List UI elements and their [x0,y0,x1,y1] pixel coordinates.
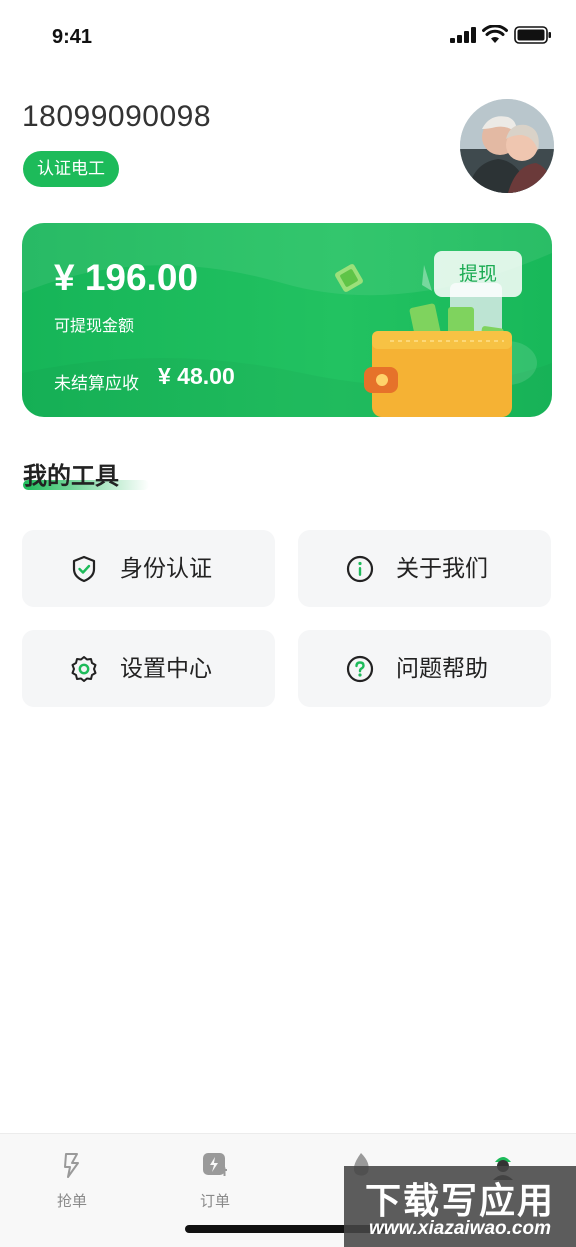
balance-label: 可提现金额 [54,316,135,335]
avatar-photo [460,99,554,193]
balance-amount: ¥ 196.00 [54,257,199,298]
tab-label: 抢单 [56,1192,87,1210]
tab-label: 订单 [199,1192,230,1210]
settings-gear-icon [71,656,97,682]
status-time: 9:41 [52,26,93,48]
tool-label: 关于我们 [396,556,488,582]
withdraw-button[interactable]: 提现 [434,251,522,297]
shield-check-icon [72,555,96,583]
unsettled-label: 未结算应收 [54,374,139,394]
tool-label: 问题帮助 [396,656,488,682]
tools-section-title: 我的工具 [23,462,119,490]
tool-about-us[interactable]: 关于我们 [298,530,551,607]
tool-help[interactable]: 问题帮助 [298,630,551,707]
cellular-signal-icon [450,27,476,43]
tab-orders[interactable]: 订单 [175,1150,255,1214]
avatar[interactable] [460,99,554,193]
question-icon [346,655,374,683]
certified-electrician-badge: 认证电工 [23,151,119,187]
tab-grab-order[interactable]: 抢单 [32,1150,112,1214]
order-icon [203,1153,227,1176]
tool-settings-center[interactable]: 设置中心 [22,630,275,707]
tool-label: 设置中心 [120,656,212,682]
user-phone-number: 18099090098 [22,100,212,133]
info-icon [346,555,374,583]
watermark: 下载写应用 www.xiazaiwao.com [344,1166,576,1247]
watermark-url: www.xiazaiwao.com [369,1218,551,1239]
tool-label: 身份认证 [120,556,212,582]
tool-identity-verification[interactable]: 身份认证 [22,530,275,607]
battery-icon [514,26,551,44]
wifi-icon [482,25,508,43]
watermark-text: 下载写应用 [364,1181,555,1222]
unsettled-amount: ¥ 48.00 [158,363,235,389]
status-bar: 9:41 [0,0,576,78]
wallet-card: ¥ 196.00 可提现金额 未结算应收 ¥ 48.00 提现 [22,223,552,417]
grab-order-icon [64,1153,79,1178]
